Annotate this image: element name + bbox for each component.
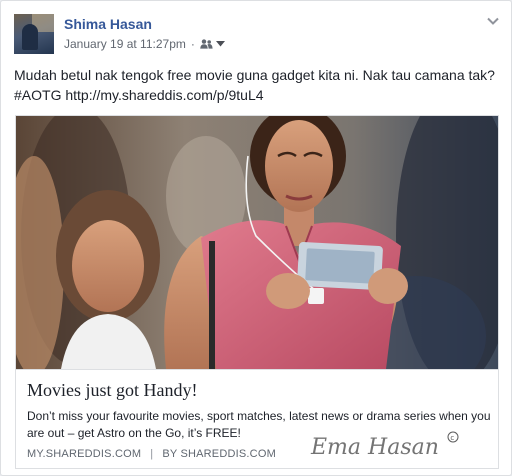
post-message: Mudah betul nak tengok free movie guna g… [14,67,495,103]
source-divider: | [150,448,154,460]
friends-icon[interactable] [200,39,213,49]
link-preview-image[interactable] [16,116,498,369]
link-preview-caption: Movies just got Handy! Don’t miss your f… [16,369,498,468]
link-preview[interactable]: Movies just got Handy! Don’t miss your f… [15,115,499,469]
link-source: MY.SHAREDDIS.COM | BY SHAREDDIS.COM [27,448,276,460]
avatar-figure [22,24,38,50]
link-title[interactable]: Movies just got Handy! [27,380,198,401]
author-name[interactable]: Shima Hasan [64,16,152,32]
link-domain: MY.SHAREDDIS.COM [27,448,142,460]
post-header: Shima Hasan January 19 at 11:27pm · [14,14,500,56]
meta-separator: · [190,37,195,51]
audience-caret-icon[interactable] [215,41,225,47]
post-meta: January 19 at 11:27pm · [64,37,225,51]
post-timestamp[interactable]: January 19 at 11:27pm [64,37,186,51]
link-description: Don’t miss your favourite movies, sport … [27,409,491,440]
avatar[interactable] [14,14,54,54]
link-byline[interactable]: BY SHAREDDIS.COM [162,448,276,460]
post-card: Shima Hasan January 19 at 11:27pm · Muda [0,0,512,476]
chevron-down-icon[interactable] [486,14,500,28]
